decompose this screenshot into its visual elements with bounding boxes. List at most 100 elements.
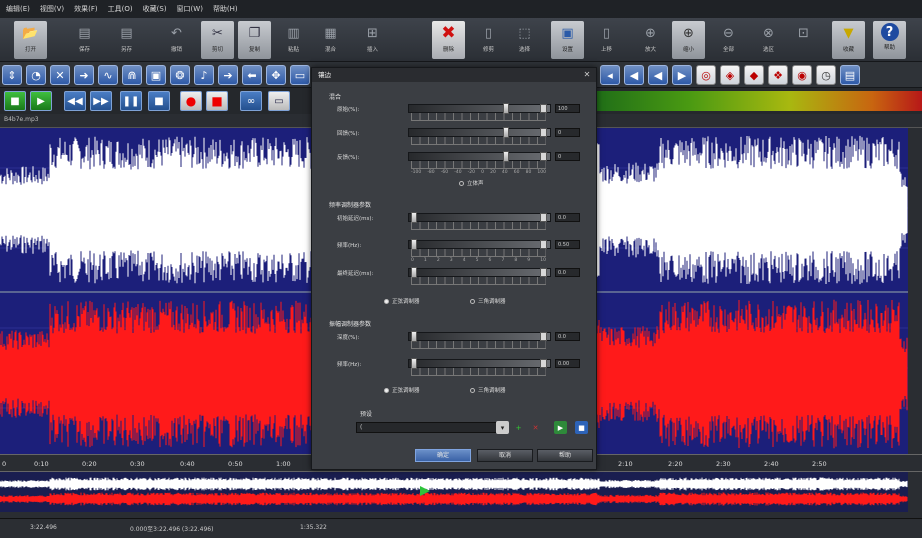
freq-rate-value[interactable]: 0.50 <box>555 240 580 249</box>
preset-dropdown[interactable]: ( <box>356 422 508 433</box>
rewind-icon[interactable]: ◀◀ <box>64 91 86 111</box>
menu-item-edit[interactable]: 编辑(E) <box>6 4 30 14</box>
move-up-button[interactable]: ▯ 上移 <box>590 21 623 59</box>
menu-item-favorites[interactable]: 收藏(S) <box>143 4 167 14</box>
amp-rate-slider[interactable] <box>408 358 551 369</box>
amp-depth-value[interactable]: 0.0 <box>555 332 580 341</box>
effect-stretch-icon[interactable]: ✥ <box>266 65 286 85</box>
effect-clock-icon[interactable]: ◷ <box>816 65 836 85</box>
record-pause-icon[interactable]: ■ <box>206 91 228 111</box>
bypass-icon[interactable]: ■ <box>575 421 588 434</box>
freq-rate-slider[interactable] <box>408 239 551 250</box>
effect-envelope-icon[interactable]: ∿ <box>98 65 118 85</box>
effect-echo-icon[interactable]: ⋒ <box>122 65 142 85</box>
insert-button[interactable]: ⊞ 插入 <box>356 21 389 59</box>
menu-item-tools[interactable]: 工具(O) <box>108 4 133 14</box>
open-button[interactable]: 📂 打开 <box>14 21 47 59</box>
final-delay-value[interactable]: 0.0 <box>555 268 580 277</box>
effect-pitch-icon[interactable]: ♪ <box>194 65 214 85</box>
undo-button[interactable]: ↶ 撤销 <box>160 21 193 59</box>
settings-button[interactable]: ▣ 设置 <box>551 21 584 59</box>
amp-depth-slider[interactable] <box>408 331 551 342</box>
menu-item-effects[interactable]: 效果(F) <box>74 4 98 14</box>
effect-gate-icon[interactable]: ◉ <box>792 65 812 85</box>
mix-feedback-slider[interactable] <box>408 127 551 138</box>
effect-more-icon[interactable]: ▭ <box>290 65 310 85</box>
cancel-button[interactable]: 取消 <box>477 449 533 462</box>
amp-triangle-radio[interactable]: 三角调制器 <box>470 386 506 394</box>
effect-swap-icon[interactable]: ▶ <box>672 65 692 85</box>
effect-reverse-icon[interactable]: ⬅ <box>242 65 262 85</box>
paste-button[interactable]: ▥ 粘贴 <box>277 21 310 59</box>
ruler-tick: 2:10 <box>618 460 633 468</box>
play-icon[interactable]: ▶ <box>30 91 52 111</box>
effect-fade-icon[interactable]: ➜ <box>74 65 94 85</box>
delete-button[interactable]: ✖ 删除 <box>432 21 465 59</box>
zoom-all-icon: ⊖ <box>723 25 734 41</box>
menu-item-view[interactable]: 视图(V) <box>40 4 64 14</box>
zoom-in-button[interactable]: ⊕ 放大 <box>634 21 667 59</box>
save-as-icon: ▤ <box>120 25 133 41</box>
mix-original-slider[interactable] <box>408 103 551 114</box>
help-button[interactable]: ? 帮助 <box>873 21 906 59</box>
mix-return-slider[interactable] <box>408 151 551 162</box>
zoom-out-icon: ⊕ <box>683 25 694 41</box>
trim-button[interactable]: ▯ 修剪 <box>472 21 505 59</box>
menu-item-help[interactable]: 帮助(H) <box>213 4 238 14</box>
add-preset-icon[interactable]: + <box>512 421 525 434</box>
initial-delay-slider[interactable] <box>408 212 551 223</box>
effect-normalize-icon[interactable]: ◔ <box>26 65 46 85</box>
effect-speaker-right-icon[interactable]: ◀ <box>648 65 668 85</box>
overview-waveform[interactable] <box>0 472 922 512</box>
zoom-all-button[interactable]: ⊖ 全部 <box>712 21 745 59</box>
effect-compressor-icon[interactable]: ▣ <box>146 65 166 85</box>
effect-silence-icon[interactable]: ✕ <box>50 65 70 85</box>
effect-speaker-left-icon[interactable]: ◀ <box>624 65 644 85</box>
stereo-checkbox[interactable]: 立体声 <box>459 179 484 187</box>
effect-eq-icon[interactable]: ◂ <box>600 65 620 85</box>
mix-button[interactable]: ▦ 混合 <box>314 21 347 59</box>
monitor-icon[interactable]: ▭ <box>268 91 290 111</box>
amp-rate-value[interactable]: 0.00 <box>555 359 580 368</box>
favorites-button[interactable]: ▼ 收藏 <box>832 21 865 59</box>
effect-noise-icon[interactable]: ◎ <box>696 65 716 85</box>
save-as-button[interactable]: ▤ 另存 <box>110 21 143 59</box>
stop-icon[interactable]: ■ <box>148 91 170 111</box>
amp-sine-radio[interactable]: 正弦调制器 <box>384 386 420 394</box>
effect-hiss-icon[interactable]: ◈ <box>720 65 740 85</box>
loop-icon[interactable]: ∞ <box>240 91 262 111</box>
play-loop-icon[interactable]: ■ <box>4 91 26 111</box>
zoom-selection-button[interactable]: ⊗ 选区 <box>752 21 785 59</box>
close-icon[interactable]: ✕ <box>582 70 592 80</box>
chevron-down-icon[interactable]: ▾ <box>496 421 509 434</box>
menu-item-window[interactable]: 窗口(W) <box>177 4 203 14</box>
copy-button[interactable]: ❐ 复制 <box>238 21 271 59</box>
effect-chorus-icon[interactable]: ❂ <box>170 65 190 85</box>
mix-return-value[interactable]: 0 <box>555 152 580 161</box>
save-button[interactable]: ▤ 保存 <box>68 21 101 59</box>
zoom-out-button[interactable]: ⊕ 缩小 <box>672 21 705 59</box>
effect-hum-icon[interactable]: ❖ <box>768 65 788 85</box>
remove-preset-icon[interactable]: ✕ <box>529 421 542 434</box>
select-button[interactable]: ⬚ 选择 <box>508 21 541 59</box>
effect-doc-icon[interactable]: ▤ <box>840 65 860 85</box>
pause-icon[interactable]: ❚❚ <box>120 91 142 111</box>
effect-forward-icon[interactable]: ➔ <box>218 65 238 85</box>
cut-button[interactable]: ✂ 剪切 <box>201 21 234 59</box>
freq-sine-radio[interactable]: 正弦调制器 <box>384 297 420 305</box>
mix-original-value[interactable]: 100 <box>555 104 580 113</box>
final-delay-slider[interactable] <box>408 267 551 278</box>
ok-button[interactable]: 确定 <box>415 449 471 462</box>
record-icon[interactable]: ● <box>180 91 202 111</box>
mix-feedback-value[interactable]: 0 <box>555 128 580 137</box>
initial-delay-value[interactable]: 0.0 <box>555 213 580 222</box>
waveform-scrollbar[interactable] <box>908 128 922 454</box>
zoom-extra-button[interactable]: ⊡ <box>787 21 820 59</box>
fast-forward-icon[interactable]: ▶▶ <box>90 91 112 111</box>
effect-click-icon[interactable]: ◆ <box>744 65 764 85</box>
initial-delay-label: 初始延迟(ms): <box>337 216 374 222</box>
help-dialog-button[interactable]: 帮助 <box>537 449 593 462</box>
freq-triangle-radio[interactable]: 三角调制器 <box>470 297 506 305</box>
effect-amplify-icon[interactable]: ⇕ <box>2 65 22 85</box>
preview-icon[interactable]: ▶ <box>554 421 567 434</box>
